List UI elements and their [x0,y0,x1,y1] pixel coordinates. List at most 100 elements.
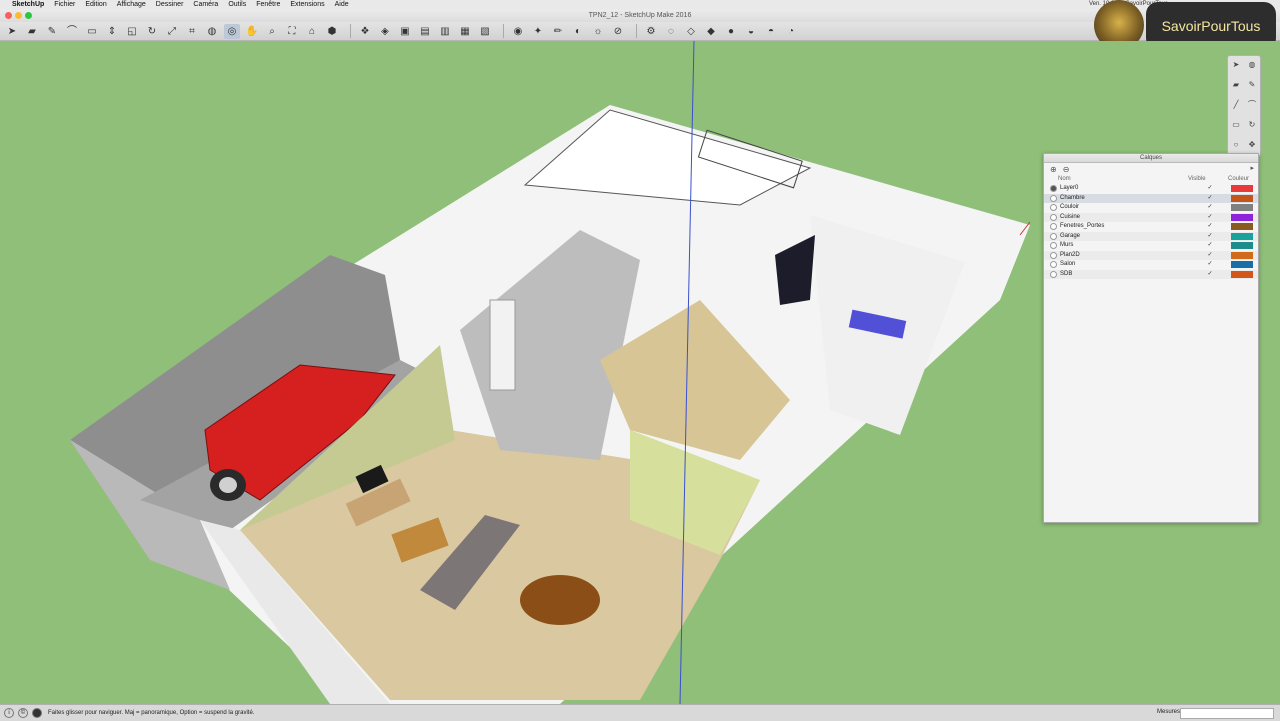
pencil-icon[interactable]: ✎ [44,24,60,39]
layer-color-swatch[interactable] [1231,270,1253,278]
user-icon[interactable] [32,708,42,718]
monochrome-icon[interactable]: ◓ [763,24,779,39]
scale-icon[interactable]: ⤢ [164,24,180,39]
iso-view-icon[interactable]: ◈ [377,24,393,39]
push-pull-icon[interactable]: ⇕ [104,24,120,39]
menu-outils[interactable]: Outils [228,0,246,9]
layer-row[interactable]: Chambre ✓ [1044,193,1258,204]
active-layer-radio[interactable] [1050,251,1057,259]
rectangle-icon[interactable]: ▭ [84,24,100,39]
column-color[interactable]: Couleur [1228,175,1249,184]
textured-icon[interactable]: ◒ [743,24,759,39]
rect-icon[interactable]: ▭ [1228,116,1244,136]
pan-icon[interactable]: ✋ [244,24,260,39]
select-icon[interactable]: ➤ [4,24,20,39]
column-visible[interactable]: Visible [1188,175,1228,184]
menu-app[interactable]: SketchUp [12,0,44,9]
visible-checkbox[interactable]: ✓ [1205,184,1215,194]
arc-icon[interactable]: ⌒ [1244,96,1260,116]
arc-icon[interactable]: ⌒ [64,24,80,39]
warehouse-icon[interactable]: ⌂ [304,24,320,39]
xray-icon[interactable]: ◌ [663,24,679,39]
layer-name[interactable]: Couloir [1060,203,1205,213]
left-view-icon[interactable]: ▧ [477,24,493,39]
pencil-icon[interactable]: ✎ [1244,76,1260,96]
layer-color-swatch[interactable] [1231,251,1253,259]
rotate-icon[interactable]: ↻ [144,24,160,39]
visible-checkbox[interactable]: ✓ [1205,260,1215,270]
layer-row[interactable]: SDB ✓ [1044,269,1258,280]
remove-layer-icon[interactable]: ⊖ [1063,165,1070,174]
sandbox-icon[interactable]: ✦ [530,24,546,39]
right-view-icon[interactable]: ▥ [437,24,453,39]
visible-checkbox[interactable]: ✓ [1205,213,1215,223]
style-icon[interactable]: ◐ [570,24,586,39]
active-layer-radio[interactable] [1050,223,1057,231]
menu-dessiner[interactable]: Dessiner [156,0,184,9]
active-layer-radio[interactable] [1050,242,1057,250]
menu-extensions[interactable]: Extensions [290,0,324,9]
layer-color-swatch[interactable] [1231,261,1253,269]
active-layer-radio[interactable] [1050,204,1057,212]
menu-aide[interactable]: Aide [335,0,349,9]
wireframe-icon[interactable]: ◇ [683,24,699,39]
layer-row[interactable]: Cuisine ✓ [1044,212,1258,223]
eraser-icon[interactable]: ▰ [1228,76,1244,96]
layer-color-swatch[interactable] [1231,242,1253,250]
column-name[interactable]: Nom [1058,175,1188,184]
layer-name[interactable]: Plan2D [1060,251,1205,261]
active-layer-radio[interactable] [1050,194,1057,202]
layer-name[interactable]: Fenetres_Portes [1060,222,1205,232]
tape-measure-icon[interactable]: ⌗ [184,24,200,39]
hidden-line-icon[interactable]: ◆ [703,24,719,39]
layer-color-swatch[interactable] [1231,204,1253,212]
layer-row[interactable]: Couloir ✓ [1044,203,1258,213]
layer-row[interactable]: Plan2D ✓ [1044,250,1258,261]
layer-row[interactable]: Fenetres_Portes ✓ [1044,222,1258,232]
visible-checkbox[interactable]: ✓ [1205,194,1215,204]
layer-name[interactable]: Salon [1060,260,1205,270]
menu-camera[interactable]: Caméra [193,0,218,9]
eraser-icon[interactable]: ▰ [24,24,40,39]
active-layer-radio[interactable] [1050,261,1057,269]
geo-icon[interactable]: ◉ [510,24,526,39]
component-icon[interactable]: ❖ [357,24,373,39]
menu-fichier[interactable]: Fichier [54,0,75,9]
sketch-icon[interactable]: ✏ [550,24,566,39]
paint-bucket-icon[interactable]: ◍ [204,24,220,39]
layer-name[interactable]: Layer0 [1060,184,1205,194]
active-layer-radio[interactable] [1050,232,1057,240]
menu-affichage[interactable]: Affichage [117,0,146,9]
offset-icon[interactable]: ◱ [124,24,140,39]
visible-checkbox[interactable]: ✓ [1205,270,1215,280]
section-icon[interactable]: ⊘ [610,24,626,39]
layer-row[interactable]: Garage ✓ [1044,231,1258,242]
visible-checkbox[interactable]: ✓ [1205,241,1215,251]
zoom-icon[interactable]: ⌕ [264,24,280,39]
layer-name[interactable]: Garage [1060,232,1205,242]
visible-checkbox[interactable]: ✓ [1205,251,1215,261]
line-icon[interactable]: ╱ [1228,96,1244,116]
shaded-icon[interactable]: ● [723,24,739,39]
layer-name[interactable]: Cuisine [1060,213,1205,223]
layer-color-swatch[interactable] [1231,185,1253,193]
layer-color-swatch[interactable] [1231,213,1253,221]
layer-color-swatch[interactable] [1231,232,1253,240]
zoom-icon[interactable] [25,12,32,19]
visible-checkbox[interactable]: ✓ [1205,203,1215,213]
settings-icon[interactable]: ⚙ [643,24,659,39]
measurements-field[interactable] [1180,708,1274,719]
back-view-icon[interactable]: ▦ [457,24,473,39]
menu-fenetre[interactable]: Fenêtre [256,0,280,9]
layer-name[interactable]: Murs [1060,241,1205,251]
close-icon[interactable] [5,12,12,19]
menu-edition[interactable]: Edition [85,0,106,9]
minimize-icon[interactable] [15,12,22,19]
layer-row[interactable]: Layer0 ✓ [1044,184,1258,194]
layer-row[interactable]: Salon ✓ [1044,260,1258,270]
layer-name[interactable]: SDB [1060,270,1205,280]
layer-name[interactable]: Chambre [1060,194,1205,204]
active-layer-radio[interactable] [1050,270,1057,278]
active-layer-radio[interactable] [1050,213,1057,221]
add-layer-icon[interactable]: ⊕ [1050,165,1057,174]
